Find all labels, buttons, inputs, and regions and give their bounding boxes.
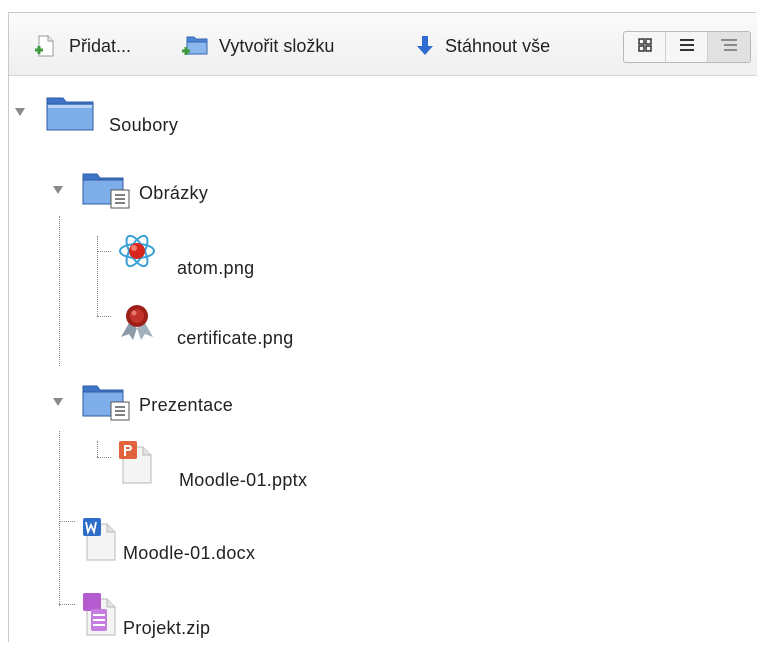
toolbar: Přidat... Vytvořit složku Stáhnout vše (9, 13, 757, 76)
tree-folder-obrazky[interactable]: Obrázky (81, 170, 208, 215)
tree-connector (59, 521, 75, 522)
download-all-label: Stáhnout vše (445, 35, 551, 56)
add-file-icon (31, 33, 59, 59)
add-file-label: Přidat... (69, 35, 132, 56)
tree-connector (59, 431, 60, 606)
file-label: Moodle-01.pptx (179, 470, 308, 490)
collapse-toggle[interactable] (53, 398, 63, 406)
create-folder-label: Vytvořit složku (219, 35, 335, 56)
folder-with-files-icon (81, 170, 137, 215)
tree-folder-prezentace[interactable]: Prezentace (81, 382, 233, 427)
folder-icon (45, 92, 95, 137)
list-view-button[interactable] (666, 32, 708, 62)
file-manager: Přidat... Vytvořit složku Stáhnout vše S… (8, 12, 757, 642)
download-arrow-icon (415, 33, 435, 59)
grid-icon (637, 37, 652, 57)
tree-file-atom[interactable]: atom.png (117, 228, 254, 279)
create-folder-button[interactable]: Vytvořit složku (181, 33, 334, 59)
tree-connector (97, 441, 98, 457)
certificate-seal-icon (117, 301, 157, 346)
tree-connector (97, 457, 111, 458)
list-icon (679, 38, 695, 57)
new-folder-icon (181, 33, 209, 59)
word-file-icon (81, 516, 121, 567)
zip-archive-icon (81, 591, 121, 642)
tree-folder-root[interactable]: Soubory (45, 92, 178, 137)
folder-label: Prezentace (139, 395, 234, 415)
folder-label: Soubory (109, 115, 179, 135)
folder-with-files-icon (81, 382, 137, 427)
tree-file-pptx[interactable]: Moodle-01.pptx (117, 438, 307, 491)
tree-file-certificate[interactable]: certificate.png (117, 298, 294, 349)
file-label: Moodle-01.docx (123, 543, 256, 563)
tree-file-zip[interactable]: Projekt.zip (81, 591, 210, 642)
view-mode-toggle (623, 31, 751, 63)
tree-connector (59, 604, 75, 605)
tree-connector (97, 316, 111, 317)
file-label: certificate.png (177, 328, 294, 348)
tree-connector (97, 251, 111, 252)
file-tree: Soubory Obrázky atom.png certificate.png… (9, 76, 757, 646)
tree-list-icon (720, 38, 738, 57)
tree-file-docx[interactable]: Moodle-01.docx (81, 516, 255, 567)
file-label: atom.png (177, 258, 255, 278)
add-file-button[interactable]: Přidat... (31, 33, 131, 59)
icons-view-button[interactable] (624, 32, 666, 62)
tree-connector (59, 216, 60, 366)
tree-connector (97, 236, 98, 316)
file-label: Projekt.zip (123, 618, 211, 638)
atom-image-icon (117, 231, 157, 276)
folder-label: Obrázky (139, 183, 209, 203)
powerpoint-file-icon (117, 439, 157, 490)
collapse-toggle[interactable] (15, 108, 25, 116)
download-all-button[interactable]: Stáhnout vše (415, 33, 550, 59)
collapse-toggle[interactable] (53, 186, 63, 194)
tree-view-button[interactable] (708, 32, 750, 62)
